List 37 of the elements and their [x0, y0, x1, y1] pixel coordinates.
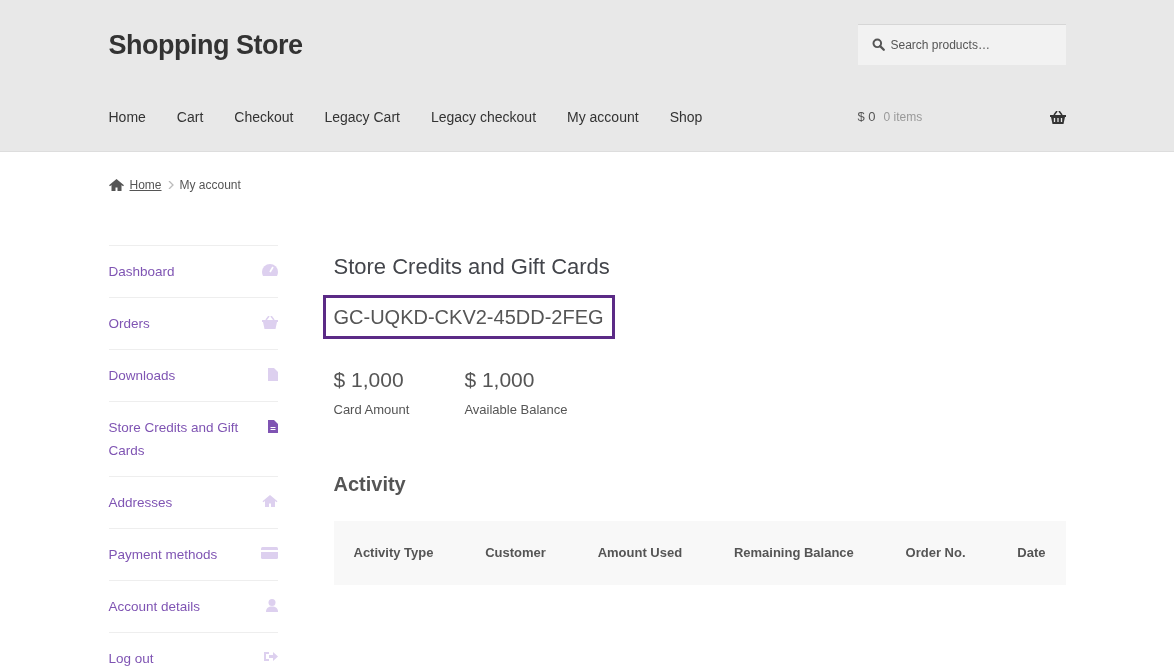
- breadcrumb-current: My account: [179, 177, 241, 194]
- column-header: Activity Type: [353, 544, 434, 563]
- search-field[interactable]: Search products…: [857, 24, 1066, 65]
- breadcrumb-link[interactable]: Home: [129, 176, 162, 194]
- basket-icon[interactable]: [1049, 110, 1066, 124]
- column-header: Order No.: [905, 544, 966, 563]
- page-title: Store Credits and Gift Cards: [333, 253, 611, 281]
- sidebar-link[interactable]: Account details: [108, 595, 249, 618]
- nav-link[interactable]: Home: [108, 106, 146, 128]
- amount-value: $ 1,000: [464, 367, 536, 393]
- sidebar-link[interactable]: Addresses: [108, 491, 249, 514]
- amount-label: Card Amount: [333, 400, 410, 419]
- search-icon: [871, 38, 885, 51]
- site-title[interactable]: Shopping Store: [108, 25, 303, 66]
- column-header: Remaining Balance: [733, 544, 854, 563]
- sidebar-link[interactable]: Downloads: [108, 364, 249, 387]
- nav-link[interactable]: My account: [567, 106, 639, 128]
- nav-link[interactable]: Shop: [669, 106, 703, 128]
- sidebar-link[interactable]: Payment methods: [108, 543, 249, 566]
- cart-total[interactable]: $ 0: [857, 107, 876, 127]
- sidebar-link[interactable]: Dashboard: [108, 260, 249, 283]
- sidebar-link[interactable]: Orders: [108, 312, 249, 335]
- section-heading: Activity: [333, 472, 407, 497]
- nav-link[interactable]: Legacy checkout: [430, 106, 537, 128]
- nav-link[interactable]: Cart: [176, 106, 204, 128]
- sidebar-link[interactable]: Log out: [108, 647, 249, 668]
- column-header: Date: [1017, 544, 1046, 563]
- nav-link[interactable]: Legacy Cart: [324, 106, 400, 128]
- amount-label: Available Balance: [464, 400, 568, 419]
- chevron-icon: [167, 181, 174, 189]
- home-icon: [108, 179, 124, 191]
- gift-card-code: GC-UQKD-CKV2-45DD-2FEG: [322, 295, 615, 339]
- column-header: Amount Used: [597, 544, 683, 563]
- nav-link[interactable]: Checkout: [234, 106, 294, 128]
- column-header: Customer: [485, 544, 546, 563]
- amount-value: $ 1,000: [333, 367, 405, 393]
- sidebar-link[interactable]: Store Credits and Gift Cards: [108, 416, 249, 462]
